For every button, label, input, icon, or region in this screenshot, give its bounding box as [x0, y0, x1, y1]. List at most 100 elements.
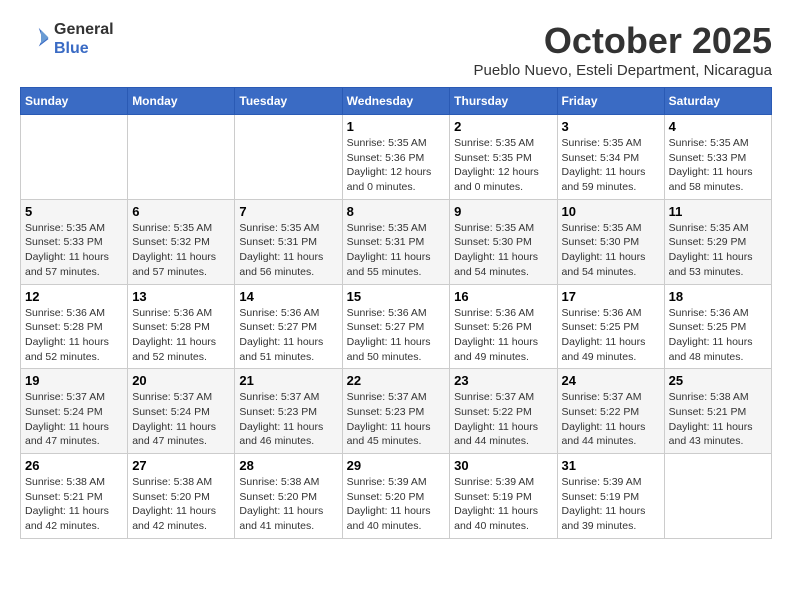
day-number: 9 [454, 204, 552, 219]
day-info: Sunrise: 5:37 AM Sunset: 5:23 PM Dayligh… [239, 390, 337, 449]
day-number: 29 [347, 458, 446, 473]
calendar-cell: 19Sunrise: 5:37 AM Sunset: 5:24 PM Dayli… [21, 369, 128, 454]
calendar-cell: 29 Sunrise: 5:39 AM Sunset: 5:20 PM Dayli… [342, 454, 450, 539]
calendar-week-row: 26Sunrise: 5:38 AM Sunset: 5:21 PM Dayli… [21, 454, 772, 539]
calendar-week-row: 19Sunrise: 5:37 AM Sunset: 5:24 PM Dayli… [21, 369, 772, 454]
day-number: 31 [562, 458, 660, 473]
logo: General Blue [20, 20, 114, 58]
day-number: 13 [132, 289, 230, 304]
day-info: Sunrise: 5:36 AM Sunset: 5:25 PM Dayligh… [669, 306, 767, 365]
day-number: 21 [239, 373, 337, 388]
day-info: Sunrise: 5:36 AM Sunset: 5:27 PM Dayligh… [347, 306, 446, 365]
calendar-cell: 26Sunrise: 5:38 AM Sunset: 5:21 PM Dayli… [21, 454, 128, 539]
day-info: Sunrise: 5:37 AM Sunset: 5:22 PM Dayligh… [562, 390, 660, 449]
day-number: 23 [454, 373, 552, 388]
calendar-cell: 17 Sunrise: 5:36 AM Sunset: 5:25 PM Dayli… [557, 284, 664, 369]
weekday-header: Saturday [664, 88, 771, 115]
day-info: Sunrise: 5:35 AM Sunset: 5:30 PM Dayligh… [454, 221, 552, 280]
day-number: 1 [347, 119, 446, 134]
calendar-cell: 4 Sunrise: 5:35 AM Sunset: 5:33 PM Daylig… [664, 115, 771, 200]
calendar-cell: 25Sunrise: 5:38 AM Sunset: 5:21 PM Dayli… [664, 369, 771, 454]
calendar-cell: 24 Sunrise: 5:37 AM Sunset: 5:22 PM Dayli… [557, 369, 664, 454]
calendar-body: 1 Sunrise: 5:35 AM Sunset: 5:36 PM Daylig… [21, 115, 772, 539]
day-number: 10 [562, 204, 660, 219]
day-number: 6 [132, 204, 230, 219]
calendar-week-row: 5 Sunrise: 5:35 AM Sunset: 5:33 PM Daylig… [21, 199, 772, 284]
calendar-cell: 7Sunrise: 5:35 AM Sunset: 5:31 PM Daylig… [235, 199, 342, 284]
calendar-cell: 10Sunrise: 5:35 AM Sunset: 5:30 PM Dayli… [557, 199, 664, 284]
day-number: 28 [239, 458, 337, 473]
day-info: Sunrise: 5:36 AM Sunset: 5:26 PM Dayligh… [454, 306, 552, 365]
weekday-header: Friday [557, 88, 664, 115]
day-info: Sunrise: 5:35 AM Sunset: 5:33 PM Dayligh… [669, 136, 767, 195]
calendar-cell: 14Sunrise: 5:36 AM Sunset: 5:27 PM Dayli… [235, 284, 342, 369]
page-header: General Blue October 2025 Pueblo Nuevo, … [20, 20, 772, 79]
day-info: Sunrise: 5:37 AM Sunset: 5:22 PM Dayligh… [454, 390, 552, 449]
day-number: 25 [669, 373, 767, 388]
calendar-cell: 8 Sunrise: 5:35 AM Sunset: 5:31 PM Daylig… [342, 199, 450, 284]
day-info: Sunrise: 5:38 AM Sunset: 5:20 PM Dayligh… [239, 475, 337, 534]
day-info: Sunrise: 5:36 AM Sunset: 5:25 PM Dayligh… [562, 306, 660, 365]
calendar-cell: 30Sunrise: 5:39 AM Sunset: 5:19 PM Dayli… [450, 454, 557, 539]
day-info: Sunrise: 5:37 AM Sunset: 5:24 PM Dayligh… [132, 390, 230, 449]
day-number: 27 [132, 458, 230, 473]
calendar-cell: 11Sunrise: 5:35 AM Sunset: 5:29 PM Dayli… [664, 199, 771, 284]
logo-text: General Blue [54, 20, 114, 58]
calendar-cell: 23 Sunrise: 5:37 AM Sunset: 5:22 PM Dayli… [450, 369, 557, 454]
calendar-week-row: 1 Sunrise: 5:35 AM Sunset: 5:36 PM Daylig… [21, 115, 772, 200]
calendar-cell: 12 Sunrise: 5:36 AM Sunset: 5:28 PM Dayli… [21, 284, 128, 369]
month-title: October 2025 [474, 20, 773, 62]
calendar-cell [235, 115, 342, 200]
calendar-cell: 1 Sunrise: 5:35 AM Sunset: 5:36 PM Daylig… [342, 115, 450, 200]
calendar-cell [664, 454, 771, 539]
day-info: Sunrise: 5:35 AM Sunset: 5:31 PM Dayligh… [239, 221, 337, 280]
day-info: Sunrise: 5:35 AM Sunset: 5:34 PM Dayligh… [562, 136, 660, 195]
day-number: 4 [669, 119, 767, 134]
day-info: Sunrise: 5:39 AM Sunset: 5:19 PM Dayligh… [562, 475, 660, 534]
day-info: Sunrise: 5:37 AM Sunset: 5:24 PM Dayligh… [25, 390, 123, 449]
day-number: 12 [25, 289, 123, 304]
day-info: Sunrise: 5:35 AM Sunset: 5:29 PM Dayligh… [669, 221, 767, 280]
calendar-cell: 13 Sunrise: 5:36 AM Sunset: 5:28 PM Dayli… [128, 284, 235, 369]
calendar-cell: 15Sunrise: 5:36 AM Sunset: 5:27 PM Dayli… [342, 284, 450, 369]
calendar-cell: 9 Sunrise: 5:35 AM Sunset: 5:30 PM Daylig… [450, 199, 557, 284]
calendar-header: SundayMondayTuesdayWednesdayThursdayFrid… [21, 88, 772, 115]
day-number: 24 [562, 373, 660, 388]
calendar-cell: 31 Sunrise: 5:39 AM Sunset: 5:19 PM Dayli… [557, 454, 664, 539]
day-info: Sunrise: 5:36 AM Sunset: 5:28 PM Dayligh… [132, 306, 230, 365]
day-info: Sunrise: 5:35 AM Sunset: 5:33 PM Dayligh… [25, 221, 123, 280]
calendar-cell [21, 115, 128, 200]
day-info: Sunrise: 5:38 AM Sunset: 5:20 PM Dayligh… [132, 475, 230, 534]
calendar-cell: 21 Sunrise: 5:37 AM Sunset: 5:23 PM Dayli… [235, 369, 342, 454]
day-info: Sunrise: 5:35 AM Sunset: 5:32 PM Dayligh… [132, 221, 230, 280]
weekday-header: Wednesday [342, 88, 450, 115]
calendar-cell: 18Sunrise: 5:36 AM Sunset: 5:25 PM Dayli… [664, 284, 771, 369]
calendar-week-row: 12 Sunrise: 5:36 AM Sunset: 5:28 PM Dayli… [21, 284, 772, 369]
weekday-header: Tuesday [235, 88, 342, 115]
logo-general: General [54, 20, 114, 39]
day-number: 16 [454, 289, 552, 304]
day-info: Sunrise: 5:35 AM Sunset: 5:35 PM Dayligh… [454, 136, 552, 195]
calendar-cell: 16 Sunrise: 5:36 AM Sunset: 5:26 PM Dayli… [450, 284, 557, 369]
title-area: October 2025 Pueblo Nuevo, Esteli Depart… [474, 20, 773, 79]
calendar-cell [128, 115, 235, 200]
day-info: Sunrise: 5:36 AM Sunset: 5:28 PM Dayligh… [25, 306, 123, 365]
calendar-table: SundayMondayTuesdayWednesdayThursdayFrid… [20, 87, 772, 539]
day-number: 20 [132, 373, 230, 388]
day-number: 22 [347, 373, 446, 388]
day-number: 8 [347, 204, 446, 219]
day-number: 26 [25, 458, 123, 473]
calendar-cell: 27 Sunrise: 5:38 AM Sunset: 5:20 PM Dayli… [128, 454, 235, 539]
day-info: Sunrise: 5:35 AM Sunset: 5:31 PM Dayligh… [347, 221, 446, 280]
day-number: 17 [562, 289, 660, 304]
day-number: 5 [25, 204, 123, 219]
day-info: Sunrise: 5:35 AM Sunset: 5:36 PM Dayligh… [347, 136, 446, 195]
calendar-cell: 3 Sunrise: 5:35 AM Sunset: 5:34 PM Daylig… [557, 115, 664, 200]
calendar-cell: 5 Sunrise: 5:35 AM Sunset: 5:33 PM Daylig… [21, 199, 128, 284]
day-number: 14 [239, 289, 337, 304]
day-number: 3 [562, 119, 660, 134]
weekday-header: Thursday [450, 88, 557, 115]
weekday-header: Monday [128, 88, 235, 115]
day-info: Sunrise: 5:39 AM Sunset: 5:20 PM Dayligh… [347, 475, 446, 534]
calendar-cell: 20 Sunrise: 5:37 AM Sunset: 5:24 PM Dayli… [128, 369, 235, 454]
